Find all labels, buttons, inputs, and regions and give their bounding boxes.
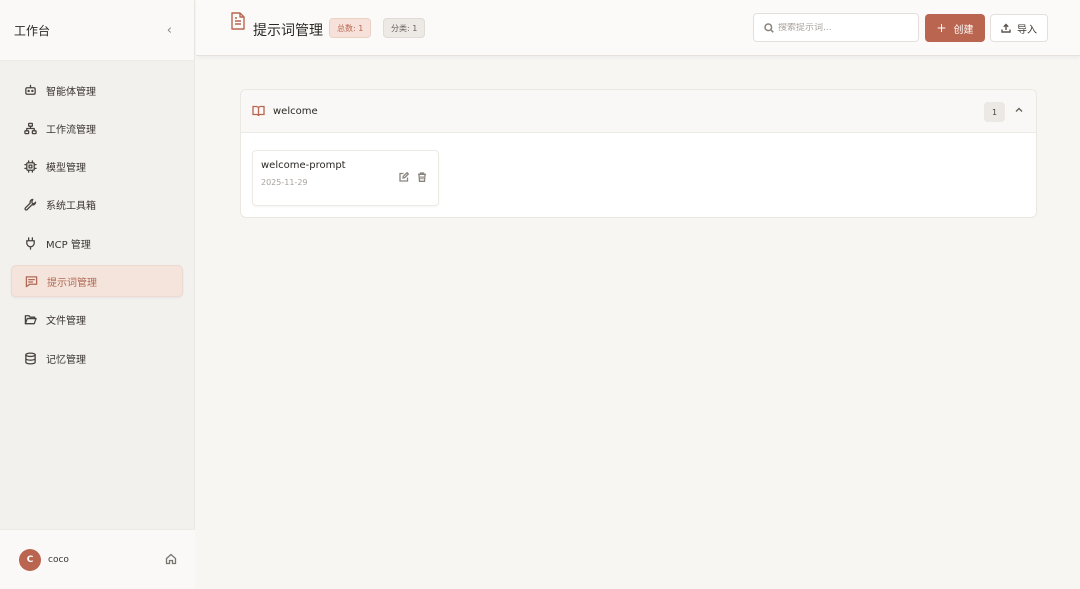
- search-input[interactable]: [778, 22, 908, 33]
- create-button[interactable]: + 创建: [925, 14, 985, 42]
- sidebar-item-models[interactable]: 模型管理: [11, 151, 183, 183]
- edit-icon[interactable]: [399, 167, 410, 186]
- sidebar-item-label: 记忆管理: [46, 354, 86, 366]
- avatar: C: [19, 548, 41, 571]
- sidebar-item-mcp[interactable]: MCP 管理: [11, 227, 183, 259]
- plus-icon: +: [936, 21, 947, 35]
- sidebar-header: 工作台 ‹: [0, 0, 194, 61]
- wrench-icon: [23, 198, 37, 212]
- sidebar-item-label: 模型管理: [46, 163, 86, 175]
- sidebar-item-label: MCP 管理: [46, 239, 91, 251]
- search-box: [753, 13, 919, 42]
- group-header[interactable]: welcome 1: [241, 90, 1036, 133]
- group-count-badge: 1: [984, 102, 1005, 122]
- plug-icon: [23, 236, 37, 250]
- sidebar-item-label: 工作流管理: [46, 124, 96, 136]
- sidebar-item-files[interactable]: 文件管理: [11, 304, 183, 336]
- sidebar-item-agents[interactable]: 智能体管理: [11, 74, 183, 106]
- trash-icon[interactable]: [417, 167, 427, 186]
- sidebar-item-label: 系统工具箱: [46, 201, 96, 213]
- sidebar-item-prompts[interactable]: 提示词管理: [11, 265, 183, 298]
- sidebar-item-memory[interactable]: 记忆管理: [11, 342, 183, 374]
- sidebar-item-label: 提示词管理: [47, 277, 97, 289]
- page-header: 提示词管理 总数: 1 分类: 1 + 创建 导入: [196, 0, 1080, 56]
- prompt-card[interactable]: welcome-prompt 2025-11-29: [252, 150, 439, 206]
- sidebar-title: 工作台: [14, 23, 51, 38]
- document-icon: [230, 12, 246, 34]
- workflow-icon: [23, 121, 37, 135]
- page-title: 提示词管理: [253, 23, 323, 39]
- book-open-icon: [252, 102, 273, 121]
- home-icon[interactable]: [165, 550, 177, 569]
- chevron-up-icon[interactable]: [1014, 100, 1024, 119]
- chip-icon: [23, 160, 37, 174]
- sidebar-item-label: 文件管理: [46, 316, 86, 328]
- total-count-badge: 总数: 1: [329, 18, 372, 38]
- user-profile[interactable]: C coco: [19, 548, 69, 571]
- create-button-label: 创建: [953, 24, 974, 36]
- sidebar-item-label: 智能体管理: [46, 86, 96, 98]
- sidebar-nav: 智能体管理 工作流管理 模型管理 系统工具箱 MCP 管理 提示词管理 文件管理…: [11, 74, 183, 380]
- import-button[interactable]: 导入: [990, 14, 1048, 42]
- user-name: coco: [48, 554, 69, 565]
- prompt-date: 2025-11-29: [261, 178, 308, 187]
- folder-open-icon: [23, 313, 37, 327]
- chevron-left-icon[interactable]: ‹: [167, 23, 172, 38]
- group-name: welcome: [273, 105, 318, 117]
- category-count-badge: 分类: 1: [383, 18, 426, 38]
- prompt-name: welcome-prompt: [261, 160, 346, 171]
- prompt-group: welcome 1 welcome-prompt 2025-11-29: [240, 89, 1037, 218]
- search-icon: [764, 22, 774, 33]
- bot-icon: [23, 83, 37, 97]
- import-button-label: 导入: [1017, 24, 1037, 36]
- sidebar-item-workflows[interactable]: 工作流管理: [11, 112, 183, 144]
- sidebar: 工作台 ‹ 智能体管理 工作流管理 模型管理 系统工具箱 MCP 管理 提示词管…: [0, 0, 195, 589]
- message-text-icon: [24, 274, 38, 288]
- sidebar-footer: C coco: [0, 529, 195, 589]
- database-icon: [23, 351, 37, 365]
- sidebar-item-tools[interactable]: 系统工具箱: [11, 189, 183, 221]
- upload-icon: [1001, 23, 1011, 33]
